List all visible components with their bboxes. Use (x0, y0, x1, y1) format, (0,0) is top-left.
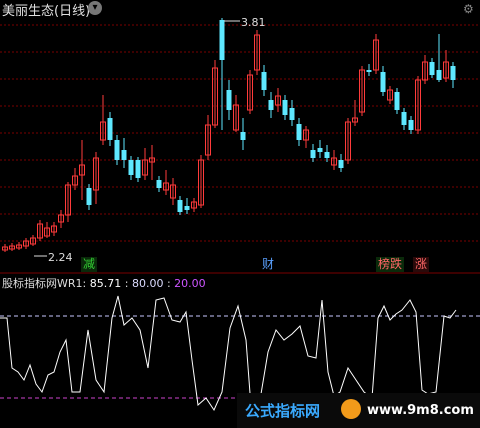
level-20-value: 20.00 (174, 277, 206, 290)
low-price-label: 2.24 (48, 251, 73, 264)
candle-body-64 (450, 66, 456, 80)
wr1-value: 85.71 (89, 277, 122, 290)
candle-body-22 (156, 180, 162, 188)
candle-body-26 (184, 206, 190, 210)
settings-icon[interactable]: ⚙ (463, 2, 474, 16)
marker-rise: 涨 (413, 257, 430, 272)
marker-finance: 财 (262, 257, 275, 271)
candle-body-56 (394, 92, 400, 110)
wr-sep-1: : (124, 277, 129, 290)
chart-window: 3.81 2.24 美丽生态(日线) ▾ ⚙ 减 财 榜跌 涨 股标指标网WR1:… (0, 0, 480, 428)
high-price-label: 3.81 (241, 16, 266, 29)
candle-body-34 (240, 132, 246, 140)
watermark-url: www.9m8.com (367, 403, 474, 418)
candle-body-44 (310, 150, 316, 158)
candle-body-18 (128, 160, 134, 175)
candlestick-chart[interactable]: 3.81 2.24 (0, 0, 480, 428)
candle-body-32 (226, 90, 232, 110)
candle-body-19 (135, 160, 141, 178)
candle-body-38 (268, 100, 274, 110)
chevron-down-icon[interactable]: ▾ (88, 1, 102, 15)
candle-body-57 (401, 112, 407, 125)
indicator-legend: 股标指标网WR1: 85.71 : 80.00 : 20.00 (2, 275, 206, 291)
candle-body-61 (429, 62, 435, 75)
candle-body-37 (261, 72, 267, 90)
candle-body-40 (282, 100, 288, 115)
candle-body-17 (121, 150, 127, 160)
wr-sep-2: : (166, 277, 171, 290)
candle-body-16 (114, 140, 120, 160)
candle-body-42 (296, 124, 302, 140)
indicator-name: 股标指标网 (2, 277, 57, 290)
marker-reduce: 减 (81, 257, 98, 272)
candle-body-62 (436, 70, 442, 80)
candle-body-41 (289, 108, 295, 120)
logo-icon (341, 399, 361, 419)
candle-body-25 (177, 200, 183, 212)
chart-title: 美丽生态(日线) (2, 4, 91, 19)
candle-body-48 (338, 160, 344, 168)
candle-body-45 (317, 148, 323, 152)
candle-body-54 (380, 72, 386, 92)
candle-body-46 (324, 152, 330, 158)
level-80-value: 80.00 (131, 277, 164, 290)
marker-rank-drop: 榜跌 (376, 257, 405, 272)
wr1-label: WR1: (57, 277, 87, 290)
watermark: 公式指标网 www.9m8.com (237, 393, 480, 428)
watermark-text: 公式指标网 (245, 402, 321, 420)
candle-body-58 (408, 120, 414, 130)
candle-body-31 (219, 20, 225, 60)
candle-body-52 (366, 70, 372, 72)
candle-body-12 (86, 188, 92, 205)
candle-body-15 (107, 118, 113, 140)
